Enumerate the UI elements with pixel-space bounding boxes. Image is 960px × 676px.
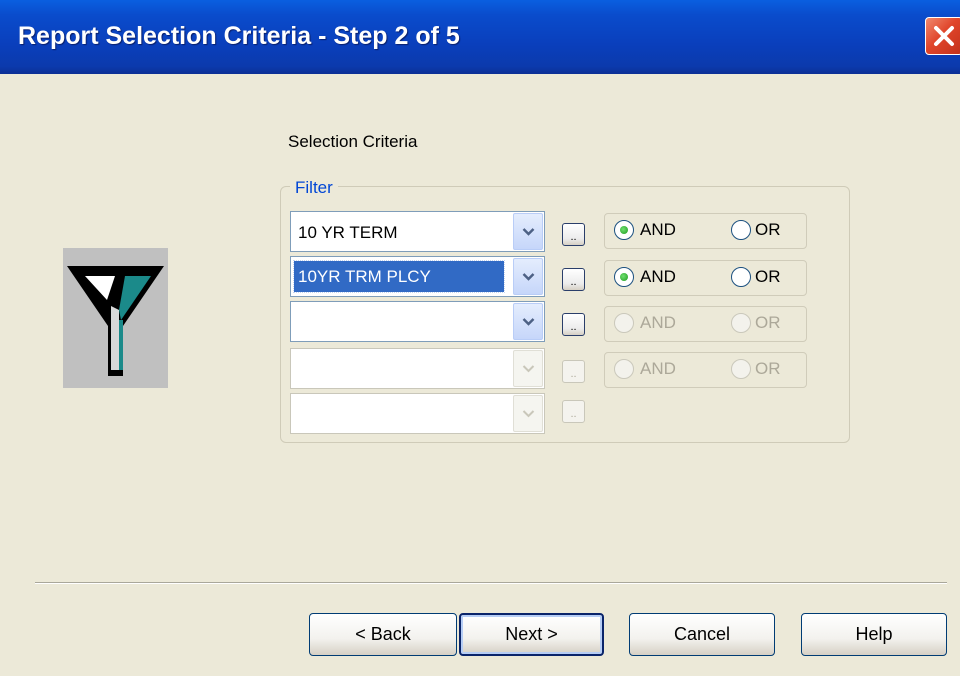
filter-1-or-radio[interactable] — [731, 220, 751, 240]
filter-combo-3[interactable] — [290, 301, 545, 342]
filter-2-and-radio[interactable] — [614, 267, 634, 287]
filter-group-legend: Filter — [290, 178, 338, 198]
filter-4-or-radio — [731, 359, 751, 379]
filter-1-logic-panel: AND OR — [604, 213, 807, 249]
filter-combo-2-dropdown-button[interactable] — [513, 258, 543, 295]
filter-4-and-label: AND — [640, 359, 676, 378]
filter-3-and-radio — [614, 313, 634, 333]
filter-1-ellipsis-button[interactable]: .. — [562, 223, 585, 246]
filter-2-logic-panel: AND OR — [604, 260, 807, 296]
chevron-down-icon — [522, 410, 535, 418]
next-button[interactable]: Next > — [459, 613, 604, 656]
filter-5-ellipsis-button: .. — [562, 400, 585, 423]
filter-4-and-radio — [614, 359, 634, 379]
chevron-down-icon — [522, 228, 535, 236]
filter-2-ellipsis-button[interactable]: .. — [562, 268, 585, 291]
filter-1-and-radio[interactable] — [614, 220, 634, 240]
title-bar[interactable]: Report Selection Criteria - Step 2 of 5 — [0, 0, 960, 74]
filter-1-and-label: AND — [640, 220, 676, 239]
close-icon — [934, 26, 954, 46]
filter-funnel-icon — [63, 248, 168, 388]
ellipsis-label: .. — [570, 276, 577, 288]
help-button[interactable]: Help — [801, 613, 947, 656]
filter-combo-5 — [290, 393, 545, 434]
cancel-button[interactable]: Cancel — [629, 613, 775, 656]
close-button[interactable] — [925, 17, 960, 55]
filter-combo-2-value: 10YR TRM PLCY — [293, 260, 505, 293]
filter-combo-1-dropdown-button[interactable] — [513, 213, 543, 250]
filter-combo-2[interactable]: 10YR TRM PLCY — [290, 256, 545, 297]
ellipsis-label: .. — [570, 321, 577, 333]
filter-3-or-label: OR — [755, 313, 781, 332]
filter-combo-1[interactable]: 10 YR TERM — [290, 211, 545, 252]
chevron-down-icon — [522, 318, 535, 326]
filter-combo-4-dropdown-button — [513, 350, 543, 387]
filter-4-ellipsis-button: .. — [562, 360, 585, 383]
filter-3-and-label: AND — [640, 313, 676, 332]
filter-combo-5-dropdown-button — [513, 395, 543, 432]
filter-1-or-label: OR — [755, 220, 781, 239]
back-button[interactable]: < Back — [309, 613, 457, 656]
filter-2-and-label: AND — [640, 267, 676, 286]
filter-2-or-label: OR — [755, 267, 781, 286]
separator — [35, 582, 947, 584]
filter-4-logic-panel: AND OR — [604, 352, 807, 388]
ellipsis-label: .. — [570, 408, 577, 420]
filter-4-or-label: OR — [755, 359, 781, 378]
section-title: Selection Criteria — [288, 132, 418, 151]
chevron-down-icon — [522, 273, 535, 281]
filter-combo-1-value: 10 YR TERM — [298, 223, 398, 242]
filter-combo-4 — [290, 348, 545, 389]
filter-3-or-radio — [731, 313, 751, 333]
filter-3-ellipsis-button[interactable]: .. — [562, 313, 585, 336]
filter-combo-3-dropdown-button[interactable] — [513, 303, 543, 340]
chevron-down-icon — [522, 365, 535, 373]
filter-3-logic-panel: AND OR — [604, 306, 807, 342]
ellipsis-label: .. — [570, 368, 577, 380]
filter-2-or-radio[interactable] — [731, 267, 751, 287]
window-title: Report Selection Criteria - Step 2 of 5 — [18, 22, 460, 50]
ellipsis-label: .. — [570, 231, 577, 243]
